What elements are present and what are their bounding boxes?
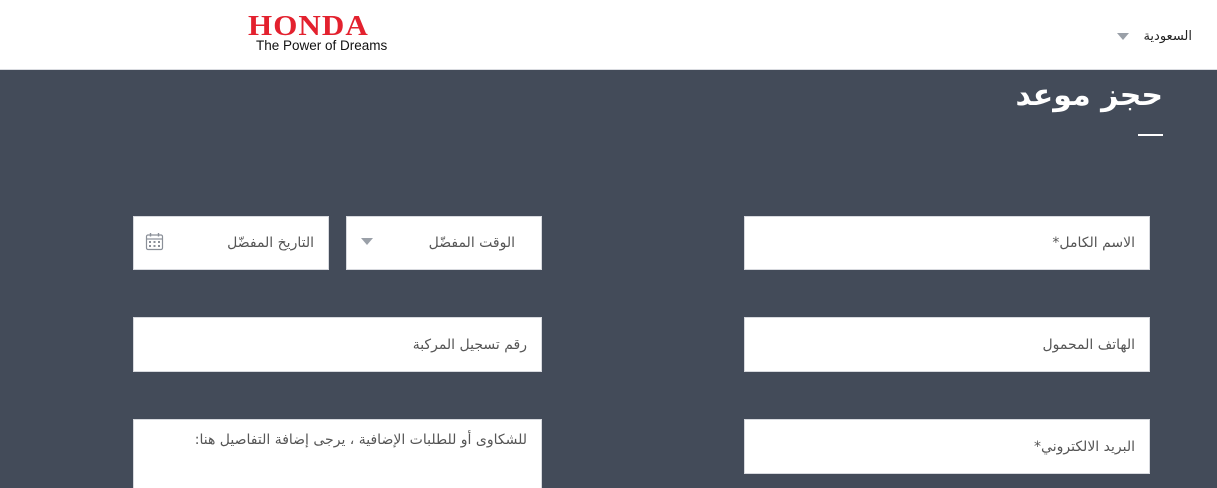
full-name-input[interactable]	[745, 217, 1149, 269]
site-header: HONDA The Power of Dreams السعودية	[0, 0, 1217, 70]
mobile-input[interactable]	[745, 318, 1149, 371]
chevron-down-icon	[1117, 32, 1130, 40]
mobile-field-wrapper	[744, 317, 1150, 372]
plate-number-field-wrapper	[133, 317, 542, 372]
page-title: حجز موعد	[1015, 78, 1163, 113]
preferred-time-label: الوقت المفضّل	[428, 235, 515, 251]
notes-field-wrapper	[133, 419, 542, 488]
country-selector[interactable]: السعودية	[1117, 26, 1192, 46]
title-underline	[1138, 134, 1163, 136]
preferred-date-field-wrapper	[133, 216, 329, 270]
notes-textarea[interactable]	[134, 420, 541, 488]
logo-wordmark: HONDA	[248, 10, 369, 42]
preferred-time-select[interactable]: الوقت المفضّل	[346, 216, 542, 270]
email-input[interactable]	[745, 420, 1149, 473]
plate-number-input[interactable]	[134, 318, 541, 371]
chevron-down-icon	[361, 238, 373, 245]
calendar-icon[interactable]	[145, 232, 164, 251]
full-name-field-wrapper	[744, 216, 1150, 270]
honda-logo[interactable]: HONDA The Power of Dreams	[248, 11, 428, 57]
logo-tagline: The Power of Dreams	[256, 38, 388, 53]
email-field-wrapper	[744, 419, 1150, 474]
country-label: السعودية	[1143, 28, 1192, 44]
